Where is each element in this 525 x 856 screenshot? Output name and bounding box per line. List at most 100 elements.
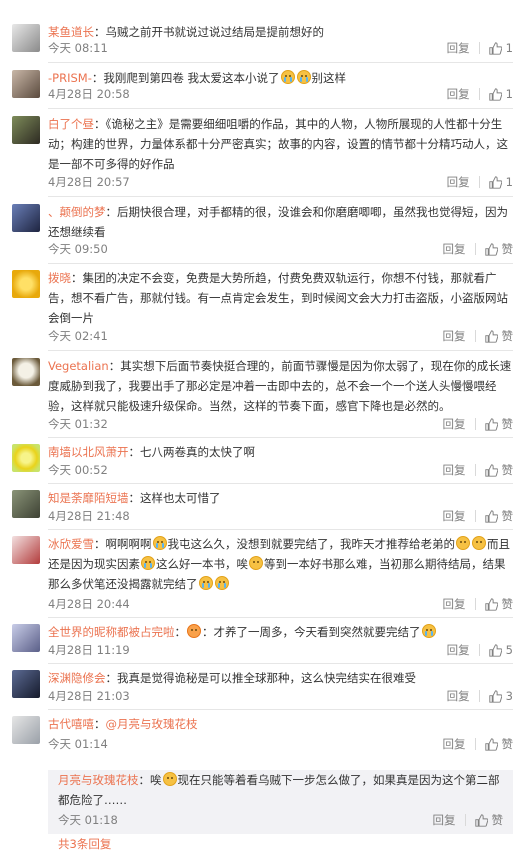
mention-link[interactable]: @月亮与玫瑰花枝: [106, 717, 198, 731]
comment-username[interactable]: 南墙以北风萧开: [48, 445, 129, 459]
reply-button[interactable]: 回复: [443, 414, 466, 434]
comment-text: 古代嘻嘻：@月亮与玫瑰花枝: [48, 717, 198, 731]
comment-username[interactable]: Vegetalian: [48, 359, 109, 373]
reply-button[interactable]: 回复: [447, 38, 470, 58]
reply-button[interactable]: 回复: [447, 640, 470, 660]
like-button[interactable]: 3: [488, 686, 513, 706]
comment-time: 今天 01:32: [48, 417, 108, 431]
comment-username[interactable]: 某鱼道长: [48, 25, 94, 39]
comment-time: 4月28日 21:03: [48, 689, 130, 703]
sob-emoji-icon: [421, 624, 436, 638]
comment-text: 全世界的昵称都被占完啦： ：才养了一周多，今天看到突然就要完结了: [48, 622, 513, 642]
like-button[interactable]: 1: [488, 38, 513, 58]
like-button[interactable]: 1: [488, 84, 513, 104]
comment-meta: 4月28日 21:03 回复 3: [48, 686, 513, 706]
sigh-emoji-icon: [249, 556, 263, 570]
like-button[interactable]: 赞: [484, 506, 513, 526]
comment-time: 今天 01:14: [48, 737, 108, 751]
comment-meta: 今天 01:32 回复赞: [48, 414, 513, 434]
reply-button[interactable]: 回复: [433, 810, 456, 830]
comment-text: 知是荼靡陌短墙：这样也太可惜了: [48, 491, 221, 505]
laugh-cry-emoji-icon: [472, 536, 486, 550]
comment-time: 4月28日 11:19: [48, 643, 130, 657]
thumbs-up-icon: [488, 643, 502, 657]
thumbs-up-icon: [474, 813, 488, 827]
avatar[interactable]: [12, 204, 40, 232]
comment-item: 古代嘻嘻：@月亮与玫瑰花枝 今天 01:14 回复赞: [0, 714, 525, 754]
comment-time: 今天 02:41: [48, 329, 108, 343]
comment-item: 、颠倒的梦：后期快很合理，对手都精的很，没谁会和你磨磨唧唧，虽然我也觉得短，因为…: [0, 202, 525, 258]
comment-text: Vegetalian：其实想下后面节奏快挺合理的，前面节骤慢是因为你太弱了，现在…: [48, 359, 512, 413]
avatar[interactable]: [12, 358, 40, 386]
thumbs-up-icon: [488, 41, 502, 55]
comment-meta: 今天 01:18 回复赞: [58, 810, 503, 830]
avatar[interactable]: [12, 670, 40, 698]
reply-button[interactable]: 回复: [443, 594, 466, 614]
comment-username[interactable]: 拨晓: [48, 271, 71, 285]
comment-text: 南墙以北风萧开：七八两卷真的太快了啊: [48, 445, 255, 459]
reply-button[interactable]: 回复: [447, 172, 470, 192]
comment-username[interactable]: 知是荼靡陌短墙: [48, 491, 129, 505]
comment-item: 知是荼靡陌短墙：这样也太可惜了 4月28日 21:48 回复赞: [0, 488, 525, 524]
comment-username[interactable]: 、颠倒的梦: [48, 205, 106, 219]
comment-username[interactable]: -PRISM-: [48, 71, 92, 85]
avatar[interactable]: [12, 716, 40, 744]
thumbs-up-icon: [484, 329, 498, 343]
avatar[interactable]: [12, 116, 40, 144]
thumbs-up-icon: [484, 509, 498, 523]
thumbs-up-icon: [488, 87, 502, 101]
reply-button[interactable]: 回复: [443, 326, 466, 346]
comment-username[interactable]: 月亮与玫瑰花枝: [58, 773, 139, 787]
reply-button[interactable]: 回复: [447, 686, 470, 706]
avatar[interactable]: [12, 24, 40, 52]
like-button[interactable]: 赞: [484, 594, 513, 614]
like-button[interactable]: 5: [488, 640, 513, 660]
like-button[interactable]: 赞: [484, 239, 513, 259]
comment-text: 白了个昼：《诡秘之主》是需要细细咀嚼的作品，其中的人物，人物所展现的人性都十分生…: [48, 117, 508, 171]
comment-text: 冰欣爱雪：啊啊啊啊 我屯这么久，没想到就要完结了，我昨天才推荐给老弟的 而且还是因为…: [48, 536, 510, 591]
thumbs-up-icon: [484, 242, 498, 256]
like-button[interactable]: 赞: [484, 460, 513, 480]
sob-emoji-icon: [296, 70, 311, 84]
sigh-emoji-icon: [162, 772, 177, 786]
laugh-cry-emoji-icon: [456, 536, 470, 550]
comment-time: 4月28日 20:58: [48, 87, 130, 101]
avatar[interactable]: [12, 536, 40, 564]
like-button[interactable]: 赞: [474, 810, 503, 830]
reply-button[interactable]: 回复: [447, 84, 470, 104]
comment-item: 深渊隐修会：我真是觉得诡秘是可以推全球那种，这么快完结实在很难受 4月28日 2…: [0, 668, 525, 704]
comment-item: 拨晓：集团的决定不会变，免费是大势所趋，付费免费双轨运行，你想不付钱，那就看广告…: [0, 268, 525, 344]
avatar[interactable]: [12, 624, 40, 652]
reply-button[interactable]: 回复: [443, 506, 466, 526]
reply-button[interactable]: 回复: [443, 734, 466, 754]
avatar[interactable]: [12, 490, 40, 518]
comment-username[interactable]: 深渊隐修会: [48, 671, 106, 685]
comment-text: 、颠倒的梦：后期快很合理，对手都精的很，没谁会和你磨磨唧唧，虽然我也觉得短，因为…: [48, 205, 508, 239]
thumbs-up-icon: [488, 175, 502, 189]
comment-username[interactable]: 冰欣爱雪: [48, 537, 94, 551]
comment-text: 月亮与玫瑰花枝：唉 现在只能等着看乌贼下一步怎么做了，如果真是因为这个第二部都危险…: [58, 772, 500, 807]
like-button[interactable]: 赞: [484, 326, 513, 346]
like-button[interactable]: 赞: [484, 734, 513, 754]
comment-item: Vegetalian：其实想下后面节奏快挺合理的，前面节骤慢是因为你太弱了，现在…: [0, 356, 525, 432]
comment-username[interactable]: 古代嘻嘻: [48, 717, 94, 731]
comment-meta: 今天 02:41 回复赞: [48, 326, 513, 346]
sub-reply-box: 月亮与玫瑰花枝：唉 现在只能等着看乌贼下一步怎么做了，如果真是因为这个第二部都危险…: [48, 770, 513, 834]
comment-time: 4月28日 20:57: [48, 175, 130, 189]
thumbs-up-icon: [484, 737, 498, 751]
comment-meta: 4月28日 21:48 回复赞: [48, 506, 513, 526]
comment-username[interactable]: 全世界的昵称都被占完啦: [48, 625, 175, 639]
comment-time: 今天 09:50: [48, 242, 108, 256]
like-button[interactable]: 赞: [484, 414, 513, 434]
avatar[interactable]: [12, 270, 40, 298]
comment-username[interactable]: 白了个昼: [48, 117, 94, 131]
avatar[interactable]: [12, 444, 40, 472]
avatar[interactable]: [12, 70, 40, 98]
thumbs-up-icon: [484, 463, 498, 477]
reply-button[interactable]: 回复: [443, 239, 466, 259]
comment-text: 深渊隐修会：我真是觉得诡秘是可以推全球那种，这么快完结实在很难受: [48, 671, 416, 685]
total-replies-link[interactable]: 共3条回复: [58, 834, 111, 854]
sob-emoji-icon: [198, 576, 213, 590]
reply-button[interactable]: 回复: [443, 460, 466, 480]
like-button[interactable]: 1: [488, 172, 513, 192]
